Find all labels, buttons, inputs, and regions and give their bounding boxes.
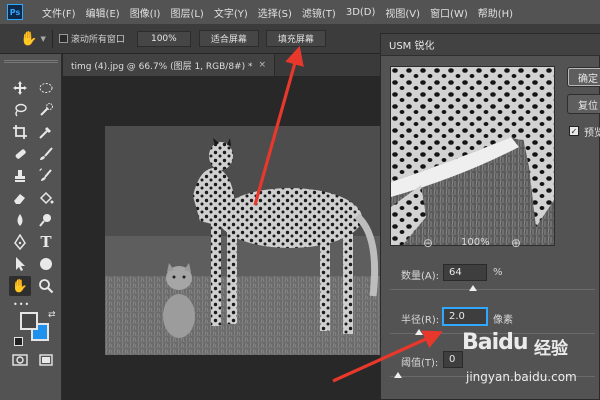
baidu-logo: Baidu xyxy=(462,330,529,355)
close-icon[interactable]: × xyxy=(258,60,266,70)
paint-bucket-tool-icon[interactable] xyxy=(35,188,57,208)
radius-input[interactable]: 2.0 xyxy=(443,308,487,325)
dialog-title: USM 锐化 xyxy=(389,41,435,52)
zoom-input[interactable]: 100% xyxy=(136,30,191,47)
menu-layer[interactable]: 图层(L) xyxy=(165,5,208,20)
tools-panel: T ✋ ••• ⇄ xyxy=(0,54,62,400)
amount-slider[interactable] xyxy=(390,289,595,290)
pen-tool-icon[interactable] xyxy=(9,232,31,252)
path-selection-tool-icon[interactable] xyxy=(9,254,31,274)
threshold-label: 阈值(T): xyxy=(401,358,439,369)
foreground-color-swatch[interactable] xyxy=(20,312,38,330)
amount-input[interactable]: 64 xyxy=(443,264,487,281)
fit-screen-button[interactable]: 适合屏幕 xyxy=(198,30,259,47)
menu-image[interactable]: 图像(I) xyxy=(125,5,166,20)
threshold-input[interactable]: 0 xyxy=(443,351,463,368)
menu-3d[interactable]: 3D(D) xyxy=(341,7,381,18)
eyedropper-tool-icon[interactable] xyxy=(35,122,57,142)
dialog-titlebar[interactable]: USM 锐化 xyxy=(381,34,600,56)
menu-bar: Ps 文件(F) 编辑(E) 图像(I) 图层(L) 文字(Y) 选择(S) 滤… xyxy=(0,0,600,24)
watermark-url: jingyan.baidu.com xyxy=(466,370,577,384)
menu-window[interactable]: 窗口(W) xyxy=(425,5,473,20)
quick-mask-icon[interactable] xyxy=(9,350,31,370)
radius-label: 半径(R): xyxy=(401,315,440,326)
history-brush-tool-icon[interactable] xyxy=(35,166,57,186)
ellipse-tool-icon[interactable] xyxy=(35,254,57,274)
filter-preview[interactable] xyxy=(390,66,555,246)
menu-filter[interactable]: 滤镜(T) xyxy=(297,5,341,20)
panel-grip[interactable] xyxy=(4,60,58,63)
screen-mode-icon[interactable] xyxy=(35,350,57,370)
baidu-jingyan-watermark: Baidu 经验 jingyan.baidu.com xyxy=(462,330,598,396)
divider xyxy=(51,29,53,48)
menu-view[interactable]: 视图(V) xyxy=(380,5,425,20)
scroll-all-label: 滚动所有窗口 xyxy=(70,35,125,45)
menu-help[interactable]: 帮助(H) xyxy=(473,5,518,20)
swap-colors-icon[interactable]: ⇄ xyxy=(48,310,56,320)
zoom-out-icon[interactable]: ⊖ xyxy=(423,236,433,250)
hand-tool-icon[interactable]: ✋ xyxy=(9,276,31,296)
preview-zoom-level: 100% xyxy=(461,237,490,248)
healing-brush-tool-icon[interactable] xyxy=(9,144,31,164)
zoom-in-icon[interactable]: ⊕ xyxy=(511,236,521,250)
preview-label: 预览 xyxy=(584,128,600,139)
type-tool-glyph: T xyxy=(40,233,52,251)
preview-checkbox[interactable]: ✓ xyxy=(569,126,579,136)
default-colors-icon[interactable] xyxy=(14,337,23,346)
menu-type[interactable]: 文字(Y) xyxy=(209,5,253,20)
blur-tool-icon[interactable] xyxy=(9,210,31,230)
dodge-tool-icon[interactable] xyxy=(35,210,57,230)
radius-unit: 像素 xyxy=(493,315,513,326)
document-tab-title: timg (4).jpg @ 66.7% (图层 1, RGB/8#) * xyxy=(71,61,253,72)
chevron-down-icon[interactable]: ▼ xyxy=(40,35,45,43)
marquee-tool-icon[interactable] xyxy=(35,78,57,98)
quick-select-tool-icon[interactable] xyxy=(35,100,57,120)
type-tool-icon[interactable]: T xyxy=(35,232,57,252)
zoom-tool-icon[interactable] xyxy=(35,276,57,296)
menu-select[interactable]: 选择(S) xyxy=(253,5,297,20)
amount-label: 数量(A): xyxy=(401,271,440,282)
cheetah-photo[interactable] xyxy=(105,126,388,355)
brush-tool-icon[interactable] xyxy=(35,144,57,164)
threshold-slider-thumb[interactable] xyxy=(394,372,402,378)
radius-slider-thumb[interactable] xyxy=(415,329,423,335)
amount-slider-thumb[interactable] xyxy=(469,285,477,291)
lasso-tool-icon[interactable] xyxy=(9,100,31,120)
more-tools-glyph: ••• xyxy=(13,299,31,309)
menu-file[interactable]: 文件(F) xyxy=(37,5,81,20)
hand-tool-icon[interactable]: ✋ xyxy=(20,31,37,47)
more-tools-icon[interactable]: ••• xyxy=(9,294,53,314)
watermark-text: 经验 xyxy=(534,339,568,359)
document-tab[interactable]: timg (4).jpg @ 66.7% (图层 1, RGB/8#) * × xyxy=(63,54,276,76)
menu-edit[interactable]: 编辑(E) xyxy=(81,5,125,20)
document-tab-bar: timg (4).jpg @ 66.7% (图层 1, RGB/8#) * × xyxy=(63,54,383,76)
stamp-tool-icon[interactable] xyxy=(9,166,31,186)
eraser-tool-icon[interactable] xyxy=(9,188,31,208)
crop-tool-icon[interactable] xyxy=(9,122,31,142)
photoshop-logo: Ps xyxy=(7,4,23,20)
move-tool-icon[interactable] xyxy=(9,78,31,98)
ok-button[interactable]: 确定 xyxy=(567,67,600,87)
amount-unit: % xyxy=(493,267,503,278)
reset-button[interactable]: 复位 xyxy=(567,94,600,114)
fill-screen-button[interactable]: 填充屏幕 xyxy=(265,30,326,47)
scroll-all-checkbox[interactable] xyxy=(58,34,68,43)
